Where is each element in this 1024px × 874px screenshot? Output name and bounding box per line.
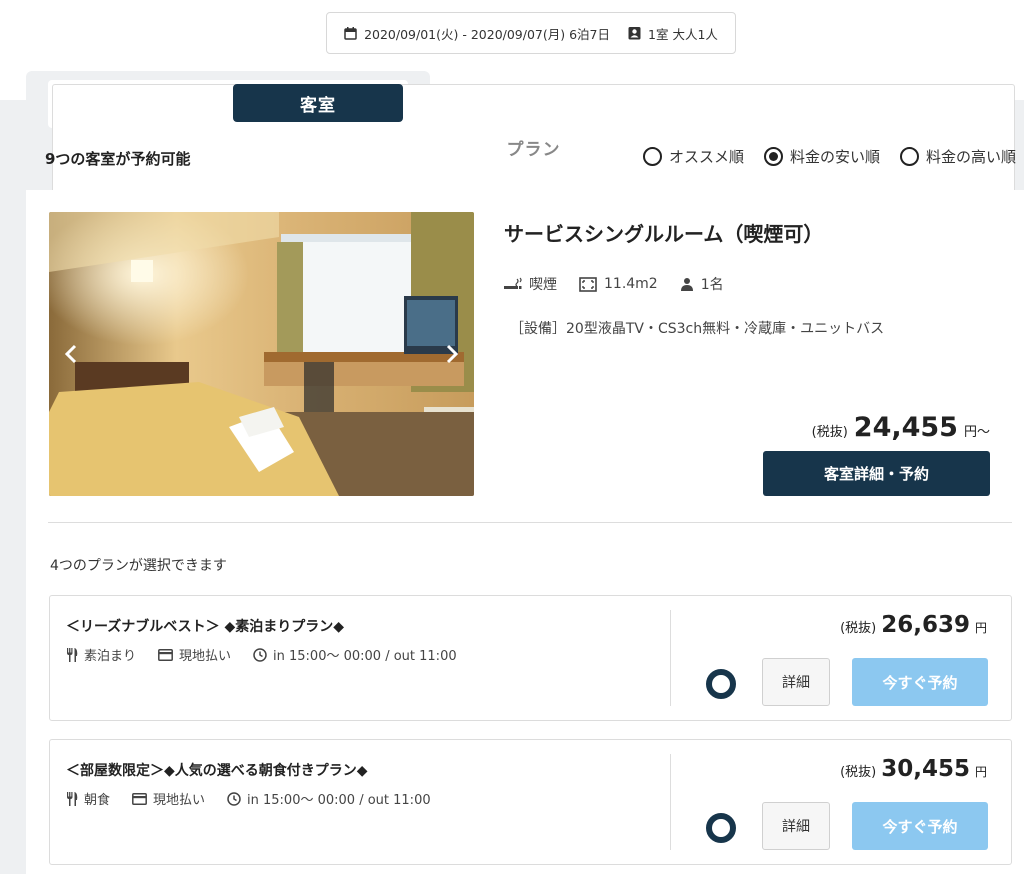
plan-price: (税抜) 30,455 円 [840, 756, 987, 782]
clock-icon [253, 647, 267, 662]
room-card: サービスシングルルーム（喫煙可） 喫煙 11.4m2 1名 ［設備］20型液晶T… [26, 190, 1024, 874]
divider [670, 754, 671, 850]
time-info: in 15:00〜 00:00 / out 11:00 [253, 645, 457, 664]
divider [48, 522, 1012, 523]
plan-price-amount: 26,639 [881, 612, 970, 638]
plan-meta: 素泊まり 現地払い in 15:00〜 00:00 / out 11:00 [66, 645, 457, 664]
person-icon [680, 277, 694, 291]
guest-icon [628, 26, 641, 40]
plan-price: (税抜) 26,639 円 [840, 612, 987, 638]
credit-card-icon [132, 792, 147, 805]
size-spec: 11.4m2 [579, 276, 658, 292]
available-rooms-count: 9つの客室が予約可能 [45, 150, 191, 168]
sort-price-high[interactable]: 料金の高い順 [899, 146, 1016, 167]
time-text: in 15:00〜 00:00 / out 11:00 [247, 793, 431, 808]
room-detail-reserve-button[interactable]: 客室詳細・予約 [763, 451, 990, 496]
meal-text: 素泊まり [84, 649, 137, 664]
view-tabs: プラン 客室 [48, 80, 1015, 210]
plan-name: ＜リーズナブルベスト＞ ◆素泊まりプラン◆ [66, 619, 344, 635]
payment-info: 現地払い [158, 645, 231, 664]
plans-count: 4つのプランが選択できます [50, 558, 227, 574]
tax-label: (税抜) [811, 425, 848, 440]
availability-circle-icon [706, 669, 736, 699]
meal-info: 素泊まり [66, 645, 136, 664]
payment-text: 現地払い [153, 793, 206, 808]
time-text: in 15:00〜 00:00 / out 11:00 [273, 649, 457, 664]
clock-icon [227, 791, 241, 806]
guest-count: 1室 大人1人 [628, 24, 718, 43]
capacity-spec: 1名 [680, 274, 724, 294]
credit-card-icon [158, 648, 173, 661]
time-info: in 15:00〜 00:00 / out 11:00 [227, 789, 431, 808]
plan-name: ＜部屋数限定＞◆人気の選べる朝食付きプラン◆ [66, 763, 368, 779]
photo-prev-button[interactable] [59, 340, 83, 368]
plan-item: ＜リーズナブルベスト＞ ◆素泊まりプラン◆ 素泊まり 現地払い in 15:00… [49, 595, 1012, 721]
calendar-icon [344, 26, 357, 40]
plan-meta: 朝食 現地払い in 15:00〜 00:00 / out 11:00 [66, 789, 431, 808]
radio-icon [899, 147, 919, 166]
date-range: 2020/09/01(火) - 2020/09/07(月) 6泊7日 [344, 24, 610, 43]
tab-room[interactable]: 客室 [233, 84, 403, 122]
tax-label: (税抜) [840, 765, 877, 780]
fork-knife-icon [66, 791, 78, 806]
reserve-now-button[interactable]: 今すぐ予約 [852, 802, 988, 850]
capacity-text: 1名 [700, 277, 724, 293]
smoking-spec: 喫煙 [504, 274, 557, 294]
room-specs: 喫煙 11.4m2 1名 [504, 274, 724, 294]
smoking-icon [504, 277, 522, 291]
plan-detail-button[interactable]: 詳細 [762, 658, 830, 706]
sort-price-high-label: 料金の高い順 [925, 148, 1016, 166]
size-text: 11.4m2 [604, 276, 658, 292]
payment-text: 現地払い [179, 649, 232, 664]
smoking-text: 喫煙 [529, 277, 557, 293]
divider [670, 610, 671, 706]
plan-detail-button[interactable]: 詳細 [762, 802, 830, 850]
search-summary[interactable]: 2020/09/01(火) - 2020/09/07(月) 6泊7日 1室 大人… [326, 12, 736, 54]
chevron-right-icon [446, 344, 458, 364]
room-photo-carousel[interactable] [49, 212, 474, 496]
sort-price-low[interactable]: 料金の安い順 [763, 146, 880, 167]
meal-info: 朝食 [66, 789, 110, 808]
plan-item: ＜部屋数限定＞◆人気の選べる朝食付きプラン◆ 朝食 現地払い in 15:00〜… [49, 739, 1012, 865]
fork-knife-icon [66, 647, 78, 662]
meal-text: 朝食 [84, 793, 111, 808]
radio-selected-icon [763, 147, 783, 166]
sort-options: オススメ順 料金の安い順 料金の高い順 [642, 146, 1016, 167]
radio-icon [642, 147, 662, 166]
yen-label: 円 [974, 621, 987, 635]
price-suffix: 円〜 [963, 425, 990, 440]
payment-info: 現地払い [132, 789, 205, 808]
tax-label: (税抜) [840, 621, 877, 636]
reserve-now-button[interactable]: 今すぐ予約 [852, 658, 988, 706]
room-price-amount: 24,455 [853, 412, 958, 443]
room-size-icon [579, 276, 597, 292]
sort-price-low-label: 料金の安い順 [789, 148, 880, 166]
room-photo [49, 212, 474, 496]
guest-count-text: 1室 大人1人 [648, 26, 718, 42]
chevron-left-icon [65, 344, 77, 364]
room-price: (税抜) 24,455 円〜 [812, 412, 990, 443]
room-amenities: ［設備］20型液晶TV・CS3ch無料・冷蔵庫・ユニットバス [510, 321, 885, 337]
sort-recommended[interactable]: オススメ順 [642, 146, 744, 167]
date-range-text: 2020/09/01(火) - 2020/09/07(月) 6泊7日 [364, 26, 611, 42]
room-title: サービスシングルルーム（喫煙可） [504, 222, 824, 246]
yen-label: 円 [974, 765, 987, 779]
plan-price-amount: 30,455 [881, 756, 970, 782]
photo-next-button[interactable] [440, 340, 464, 368]
sort-recommended-label: オススメ順 [668, 148, 744, 166]
availability-circle-icon [706, 813, 736, 843]
